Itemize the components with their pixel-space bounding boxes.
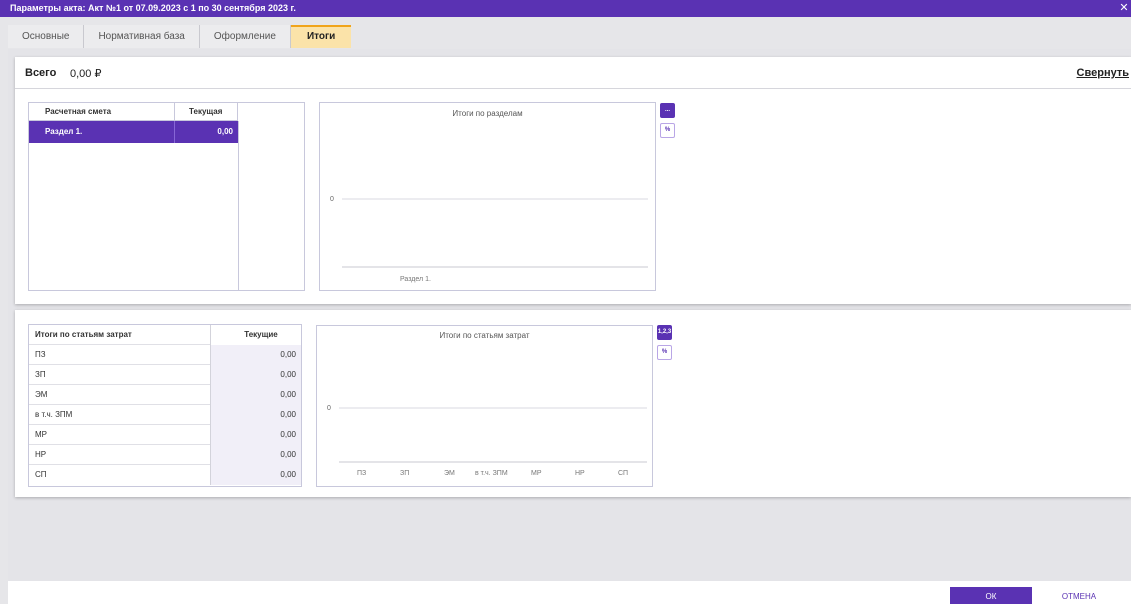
sections-card: Всего 0,00 ₽ Свернуть Расчетная смета Те… — [15, 57, 1131, 304]
x-tick-label: НР — [575, 470, 585, 477]
column-divider — [238, 121, 239, 290]
x-tick-label: ЗП — [400, 470, 409, 477]
values-button[interactable]: 1,2,3 — [657, 325, 672, 340]
table-row[interactable]: ПЗ 0,00 — [29, 345, 301, 365]
y-tick-label: 0 — [330, 196, 334, 203]
y-tick-label: 0 — [327, 405, 331, 412]
ok-button[interactable]: ОК — [950, 587, 1032, 604]
sections-chart: Итоги по разделам 0 Раздел 1. — [319, 102, 656, 291]
percent-button[interactable]: % — [660, 123, 675, 138]
table-header: Расчетная смета Текущая — [29, 103, 238, 121]
row-name: ПЗ — [29, 345, 211, 365]
table-row[interactable]: МР 0,00 — [29, 425, 301, 445]
row-value: 0,00 — [217, 127, 233, 136]
tab-design[interactable]: Оформление — [199, 25, 291, 48]
row-name: МР — [29, 425, 211, 445]
table-header: Итоги по статьям затрат Текущие — [29, 325, 301, 345]
x-tick-label: МР — [531, 470, 542, 477]
total-label: Всего — [25, 67, 57, 79]
percent-button[interactable]: % — [657, 345, 672, 360]
cancel-button[interactable]: ОТМЕНА — [1054, 587, 1104, 604]
row-name: ЗП — [29, 365, 211, 385]
cost-items-chart-plot: 0 ПЗ ЗП ЭМ в т.ч. ЗПМ МР НР СП — [327, 405, 647, 477]
total-row: Всего 0,00 ₽ Свернуть — [15, 57, 1131, 89]
row-value: 0,00 — [211, 365, 301, 385]
row-name: СП — [29, 465, 211, 485]
column-header-cost-items[interactable]: Итоги по статьям затрат — [29, 325, 211, 345]
x-tick-label: СП — [618, 470, 628, 477]
tab-normative-base[interactable]: Нормативная база — [84, 25, 200, 48]
cost-items-chart: Итоги по статьям затрат 0 ПЗ ЗП ЭМ в т.ч… — [316, 325, 653, 487]
table-row[interactable]: СП 0,00 — [29, 465, 301, 485]
row-value: 0,00 — [211, 425, 301, 445]
table-row[interactable]: ЭМ 0,00 — [29, 385, 301, 405]
table-row[interactable]: Раздел 1. 0,00 — [29, 121, 238, 143]
x-tick-label: ЭМ — [444, 470, 455, 477]
row-value: 0,00 — [211, 385, 301, 405]
row-value: 0,00 — [211, 445, 301, 465]
row-value: 0,00 — [211, 405, 301, 425]
sections-chart-plot: 0 Раздел 1. — [330, 196, 648, 283]
cost-items-card: Итоги по статьям затрат Текущие ПЗ 0,00 … — [15, 310, 1131, 497]
table-row[interactable]: НР 0,00 — [29, 445, 301, 465]
row-name: Раздел 1. — [29, 121, 175, 143]
total-value: 0,00 ₽ — [70, 68, 102, 80]
cost-items-table: Итоги по статьям затрат Текущие ПЗ 0,00 … — [28, 324, 302, 487]
tab-basic[interactable]: Основные — [8, 25, 85, 48]
table-row[interactable]: ЗП 0,00 — [29, 365, 301, 385]
row-name: НР — [29, 445, 211, 465]
window-titlebar: Параметры акта: Акт №1 от 07.09.2023 с 1… — [0, 0, 1131, 17]
tab-totals[interactable]: Итоги — [290, 25, 352, 48]
window-title: Параметры акта: Акт №1 от 07.09.2023 с 1… — [10, 3, 296, 13]
x-tick-label: в т.ч. ЗПМ — [475, 470, 508, 477]
collapse-link[interactable]: Свернуть — [1077, 67, 1129, 79]
row-value: 0,00 — [211, 465, 301, 485]
column-header-current[interactable]: Текущие — [211, 325, 301, 345]
tab-bar: Основные Нормативная база Оформление Ито… — [8, 25, 352, 49]
column-header-current[interactable]: Текущая — [175, 103, 238, 121]
row-name: в т.ч. ЗПМ — [29, 405, 211, 425]
column-header-estimate[interactable]: Расчетная смета — [29, 103, 175, 121]
x-tick-label: ПЗ — [357, 470, 366, 477]
table-row[interactable]: в т.ч. ЗПМ 0,00 — [29, 405, 301, 425]
more-options-button[interactable]: ... — [660, 103, 675, 118]
x-tick-label: Раздел 1. — [400, 276, 431, 283]
estimate-table: Расчетная смета Текущая Раздел 1. 0,00 — [28, 102, 305, 291]
row-name: ЭМ — [29, 385, 211, 405]
row-value: 0,00 — [211, 345, 301, 365]
close-icon[interactable]: ✕ — [1117, 0, 1131, 17]
